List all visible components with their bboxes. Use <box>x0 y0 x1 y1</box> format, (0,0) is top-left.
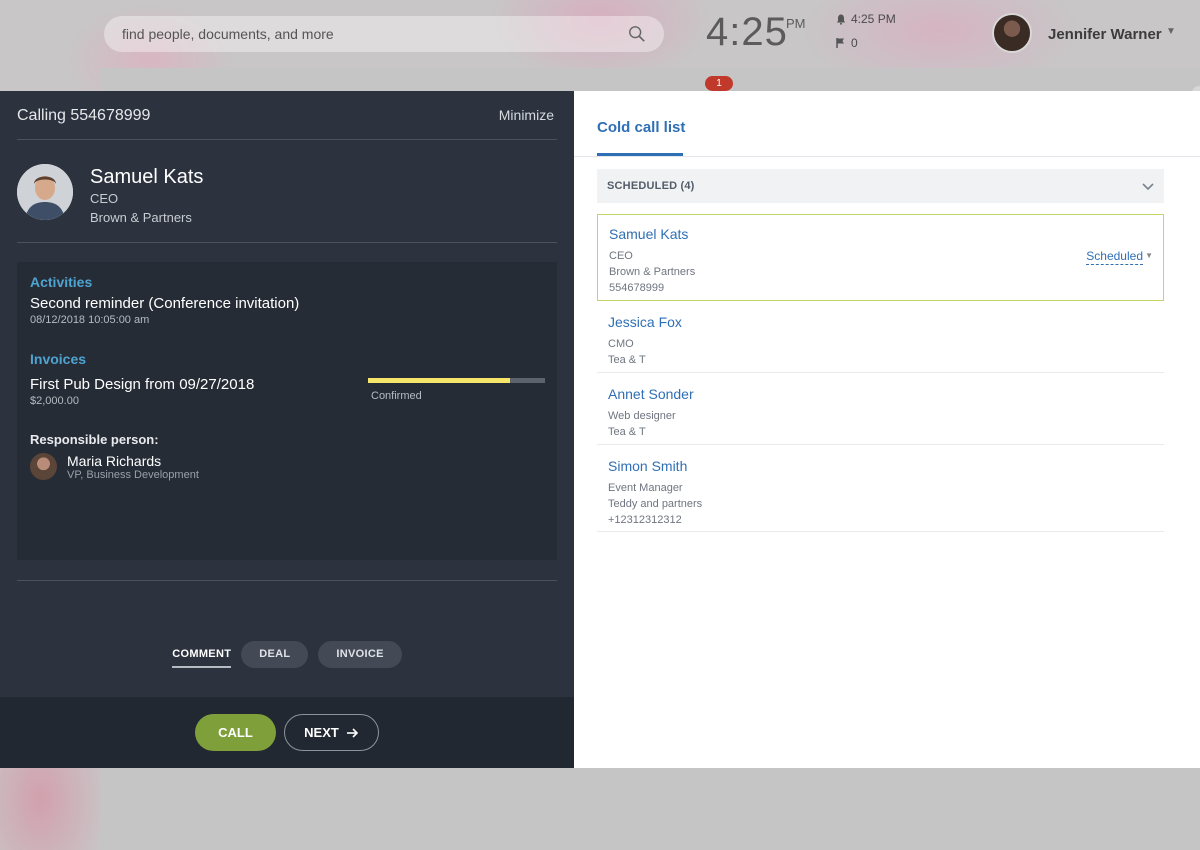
person-photo-icon <box>17 164 73 220</box>
list-item-phone: 554678999 <box>609 282 665 294</box>
divider <box>17 242 557 243</box>
invoice-title[interactable]: First Pub Design from 09/27/2018 <box>30 376 254 393</box>
flag-icon <box>836 38 844 48</box>
list-item[interactable]: Samuel Kats CEO Brown & Partners 5546789… <box>597 214 1164 301</box>
chevron-down-icon[interactable] <box>1142 180 1154 192</box>
user-name[interactable]: Jennifer Warner <box>1048 26 1162 43</box>
bell-icon <box>836 14 846 25</box>
search-icon[interactable] <box>628 25 646 43</box>
responsible-label: Responsible person: <box>30 432 159 447</box>
list-item[interactable]: Simon Smith Event Manager Teddy and part… <box>597 447 1164 532</box>
invoice-amount: $2,000.00 <box>30 395 79 407</box>
invoice-progress-bar <box>368 378 545 383</box>
list-item-name[interactable]: Jessica Fox <box>608 314 1153 330</box>
list-item-name[interactable]: Simon Smith <box>608 458 1153 474</box>
divider <box>17 139 557 140</box>
clock-time: 4:25 <box>706 10 788 54</box>
minimize-button[interactable]: Minimize <box>499 107 554 125</box>
search-bar[interactable]: find people, documents, and more <box>104 16 664 52</box>
contact-company: Brown & Partners <box>90 210 192 225</box>
call-header: Calling 554678999 Minimize <box>17 107 557 125</box>
active-tab-underline <box>597 153 683 156</box>
contact-role: CEO <box>90 191 119 206</box>
chevron-down-icon[interactable]: ▼ <box>1145 251 1153 260</box>
invoices-heading[interactable]: Invoices <box>30 351 86 367</box>
invoice-status: Confirmed <box>371 390 422 402</box>
cold-call-list-panel: Cold call list SCHEDULED (4) Samuel Kats… <box>574 91 1200 768</box>
list-item-company: Tea & T <box>608 354 646 366</box>
activities-heading[interactable]: Activities <box>30 274 92 290</box>
contact-name: Samuel Kats <box>90 166 204 188</box>
tab-cold-call-list[interactable]: Cold call list <box>597 119 685 136</box>
list-item[interactable]: Jessica Fox CMO Tea & T <box>597 303 1164 373</box>
alarm-time: 4:25 PM <box>851 12 896 26</box>
contact-info-card: Activities Second reminder (Conference i… <box>17 262 557 560</box>
list-item-role: CMO <box>608 338 634 350</box>
list-item[interactable]: Annet Sonder Web designer Tea & T <box>597 375 1164 445</box>
responsible-title: VP, Business Development <box>67 469 199 481</box>
action-tabs: COMMENT DEAL INVOICE <box>0 641 574 668</box>
list-item-role: Web designer <box>608 410 676 422</box>
alarm-indicator[interactable]: 4:25 PM <box>836 12 896 26</box>
activity-date: 08/12/2018 10:05:00 am <box>30 314 150 326</box>
list-item-company: Teddy and partners <box>608 498 703 510</box>
list-item-name[interactable]: Samuel Kats <box>609 226 1152 242</box>
list-item-company: Tea & T <box>608 426 646 438</box>
arrow-right-icon <box>346 727 358 738</box>
next-button[interactable]: NEXT <box>284 714 379 751</box>
user-avatar[interactable] <box>992 13 1032 53</box>
list-item-role: Event Manager <box>608 482 683 494</box>
invoice-progress-fill <box>368 378 510 383</box>
responsible-name[interactable]: Maria Richards <box>67 453 161 469</box>
chevron-down-icon[interactable]: ▼ <box>1166 26 1176 37</box>
call-footer: CALL NEXT <box>0 697 574 768</box>
divider <box>17 580 557 581</box>
list-item-name[interactable]: Annet Sonder <box>608 386 1153 402</box>
flag-indicator[interactable]: 0 <box>836 36 858 50</box>
responsible-avatar <box>30 453 57 480</box>
list-tab-bar: Cold call list <box>574 91 1200 157</box>
group-title: SCHEDULED (4) <box>607 180 695 192</box>
list-item-company: Brown & Partners <box>609 266 696 278</box>
list-item-phone: +12312312312 <box>608 514 682 526</box>
activity-title[interactable]: Second reminder (Conference invitation) <box>30 295 299 312</box>
call-button[interactable]: CALL <box>195 714 276 751</box>
clock-ampm: PM <box>786 16 806 31</box>
tab-comment[interactable]: COMMENT <box>172 641 232 668</box>
list-item-role: CEO <box>609 250 633 262</box>
notification-badge[interactable]: 1 <box>705 76 733 91</box>
next-button-label: NEXT <box>304 725 339 740</box>
contact-avatar <box>17 164 73 220</box>
tab-deal[interactable]: DEAL <box>241 641 309 668</box>
flag-count: 0 <box>851 36 858 50</box>
status-dropdown[interactable]: Scheduled <box>1086 249 1143 265</box>
call-title: Calling 554678999 <box>17 107 151 124</box>
call-panel: Calling 554678999 Minimize Samuel Kats C… <box>0 91 574 768</box>
group-header-scheduled[interactable]: SCHEDULED (4) <box>597 169 1164 203</box>
tab-invoice[interactable]: INVOICE <box>318 641 402 668</box>
search-input[interactable]: find people, documents, and more <box>122 26 628 42</box>
